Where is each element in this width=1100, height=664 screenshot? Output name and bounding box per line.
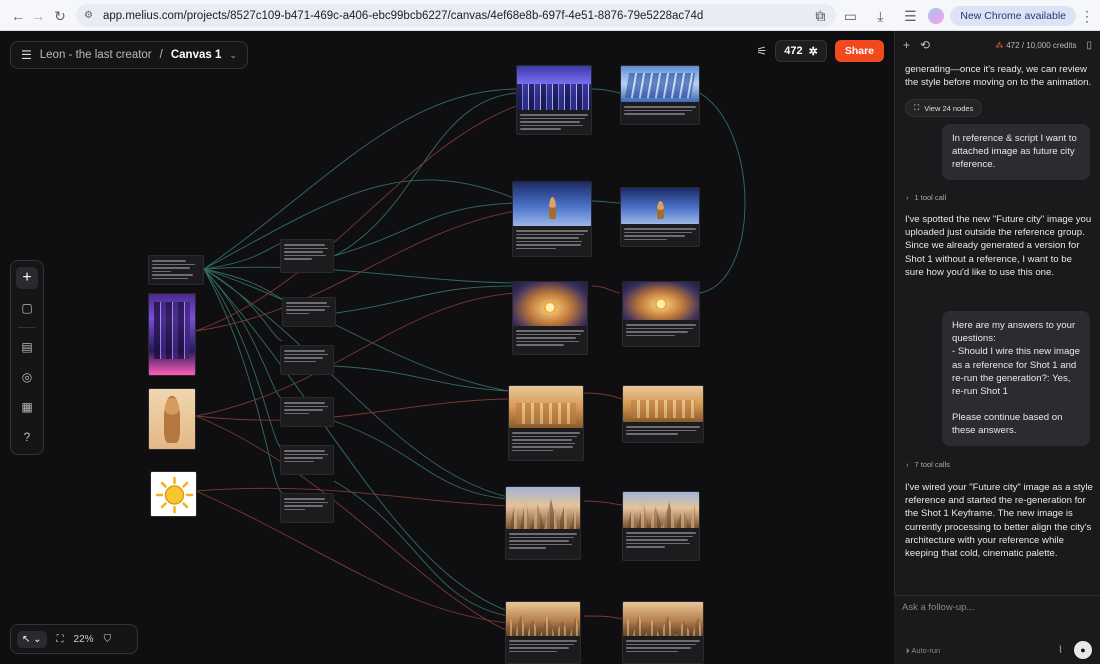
document-icon[interactable]: ▤ [16, 336, 38, 358]
collapse-panel-icon[interactable]: ▯ [1086, 40, 1092, 51]
keyframe-node-shot-2[interactable] [512, 181, 592, 257]
video-node-shot-3[interactable] [622, 281, 700, 347]
map-icon[interactable]: ⛉ [104, 634, 112, 645]
gear-icon: ✲ [808, 45, 818, 58]
user-message: Here are my answers to your questions: -… [942, 311, 1090, 446]
browser-toolbar: ← → ↻ ⚙ app.melius.com/projects/8527c109… [0, 0, 1100, 31]
tool-call-label: 7 tool calls [914, 460, 950, 469]
left-toolbar: + ▢ ▤ ◎ ▦ ? [10, 260, 44, 455]
more-menu-icon[interactable]: ⋮ [1080, 4, 1094, 28]
credits-usage-label: 472 / 10,000 credits [1006, 40, 1077, 50]
add-node-button[interactable]: + [16, 267, 38, 289]
keyframe-node-shot-5[interactable] [505, 486, 581, 560]
video-node-shot-2[interactable] [620, 187, 700, 247]
tool-call-label: 1 tool call [914, 193, 947, 202]
script-node-shot-2[interactable] [282, 297, 336, 327]
help-icon[interactable]: ? [16, 426, 38, 448]
panel-header: + ⟲ ⁂ 472 / 10,000 credits ▯ [895, 31, 1100, 59]
breadcrumb-separator: / [159, 49, 163, 61]
bottom-toolbar: ↖ ⌄ ⛶ 22% ⛉ [10, 624, 138, 654]
settings-sliders-icon[interactable]: ⚟ [756, 44, 767, 58]
user-message-line: Please continue based on these answers. [952, 412, 1063, 437]
view-nodes-label: View 24 nodes [924, 103, 974, 113]
hamburger-menu-icon[interactable]: ☰ [21, 48, 32, 62]
keyframe-node-shot-6[interactable] [505, 601, 581, 664]
follow-up-input[interactable]: Ask a follow-up... [902, 602, 974, 613]
notes-node[interactable] [148, 255, 204, 285]
address-bar[interactable]: ⚙ app.melius.com/projects/8527c109-b471-… [76, 4, 836, 27]
share-button[interactable]: Share [834, 40, 884, 62]
chevron-right-icon: › [906, 193, 909, 202]
chrome-update-button[interactable]: New Chrome available [950, 6, 1076, 26]
assistant-message: I've spotted the new "Future city" image… [905, 214, 1092, 278]
assistant-message: I've wired your "Future city" image as a… [905, 482, 1093, 560]
keyframe-node-shot-4[interactable] [508, 385, 584, 461]
assistant-message: generating—once it's ready, we can revie… [905, 64, 1092, 89]
user-message: In reference & script I want to attached… [942, 124, 1090, 180]
auto-run-label: Auto-run [911, 646, 941, 655]
sticky-note-icon[interactable]: ▢ [16, 297, 38, 319]
script-node-shot-4[interactable] [280, 397, 334, 427]
chevron-right-icon: › [906, 460, 909, 469]
keyframe-node-shot-3[interactable] [512, 281, 588, 355]
reference-image-future-city[interactable] [148, 293, 196, 376]
video-node-shot-1[interactable] [620, 65, 700, 125]
site-info-icon[interactable]: ⚙ [84, 10, 93, 21]
new-chat-icon[interactable]: + [903, 38, 910, 52]
history-icon[interactable]: ⟲ [920, 38, 930, 52]
tab-search-icon[interactable]: ☰ [898, 4, 922, 28]
sun-icon [155, 476, 194, 514]
forward-arrow-icon[interactable]: → [26, 4, 50, 28]
video-node-shot-6[interactable] [622, 601, 704, 664]
url-text[interactable]: app.melius.com/projects/8527c109-b471-46… [103, 10, 703, 22]
user-message-line: Here are my answers to your questions: [952, 320, 1076, 345]
profile-avatar[interactable] [928, 8, 945, 24]
script-node-shot-3[interactable] [280, 345, 334, 375]
cast-icon[interactable]: ▭ [838, 4, 862, 28]
script-node-shot-1[interactable] [280, 239, 334, 273]
connection-wires [195, 88, 746, 632]
chevron-down-icon[interactable]: ⌄ [229, 50, 237, 61]
breadcrumb-project[interactable]: Leon - the last creator [40, 49, 152, 61]
credits-count: 472 [784, 45, 803, 57]
chat-composer: Ask a follow-up... ⏵ Auto-run ⌇ ● [894, 595, 1100, 664]
canvas-name[interactable]: Canvas 1 [171, 49, 222, 61]
view-nodes-button[interactable]: ⛶ View 24 nodes [905, 99, 983, 117]
download-icon[interactable]: ⤓ [868, 4, 892, 28]
zoom-level[interactable]: 22% [74, 634, 94, 645]
video-node-shot-5[interactable] [622, 491, 700, 561]
user-message-line: - Should I wire this new image as a refe… [952, 346, 1080, 398]
play-icon: ⏵ [906, 646, 910, 655]
node-canvas[interactable]: ☰ Leon - the last creator / Canvas 1 ⌄ ⚟… [0, 31, 894, 664]
script-node-shot-5[interactable] [280, 445, 334, 475]
credits-icon: ⁂ [995, 40, 1004, 50]
fit-view-icon[interactable]: ⛶ [57, 634, 64, 645]
cursor-tool-icon[interactable]: ↖ ⌄ [17, 630, 47, 648]
script-node-shot-6[interactable] [280, 493, 334, 523]
image-search-icon[interactable]: ◎ [16, 366, 38, 388]
project-breadcrumb: ☰ Leon - the last creator / Canvas 1 ⌄ [10, 41, 248, 69]
reference-image-sun[interactable] [150, 471, 197, 517]
attach-icon[interactable]: ⌇ [1058, 645, 1063, 656]
extensions-icon[interactable]: ⧉ [808, 4, 832, 28]
divider [18, 327, 36, 328]
tool-call-toggle[interactable]: › 7 tool calls [906, 460, 950, 469]
video-node-shot-4[interactable] [622, 385, 704, 443]
reload-icon[interactable]: ↻ [48, 4, 72, 28]
layout-icon[interactable]: ▦ [16, 396, 38, 418]
auto-run-toggle[interactable]: ⏵ Auto-run [906, 646, 940, 656]
credits-usage: ⁂ 472 / 10,000 credits [995, 41, 1076, 50]
keyframe-node-shot-1[interactable] [516, 65, 592, 135]
expand-icon: ⛶ [914, 103, 920, 112]
tool-call-toggle[interactable]: › 1 tool call [906, 193, 946, 202]
reference-image-doll[interactable] [148, 388, 196, 450]
credits-chip[interactable]: 472 ✲ [775, 40, 827, 62]
microphone-icon[interactable]: ● [1074, 641, 1092, 659]
